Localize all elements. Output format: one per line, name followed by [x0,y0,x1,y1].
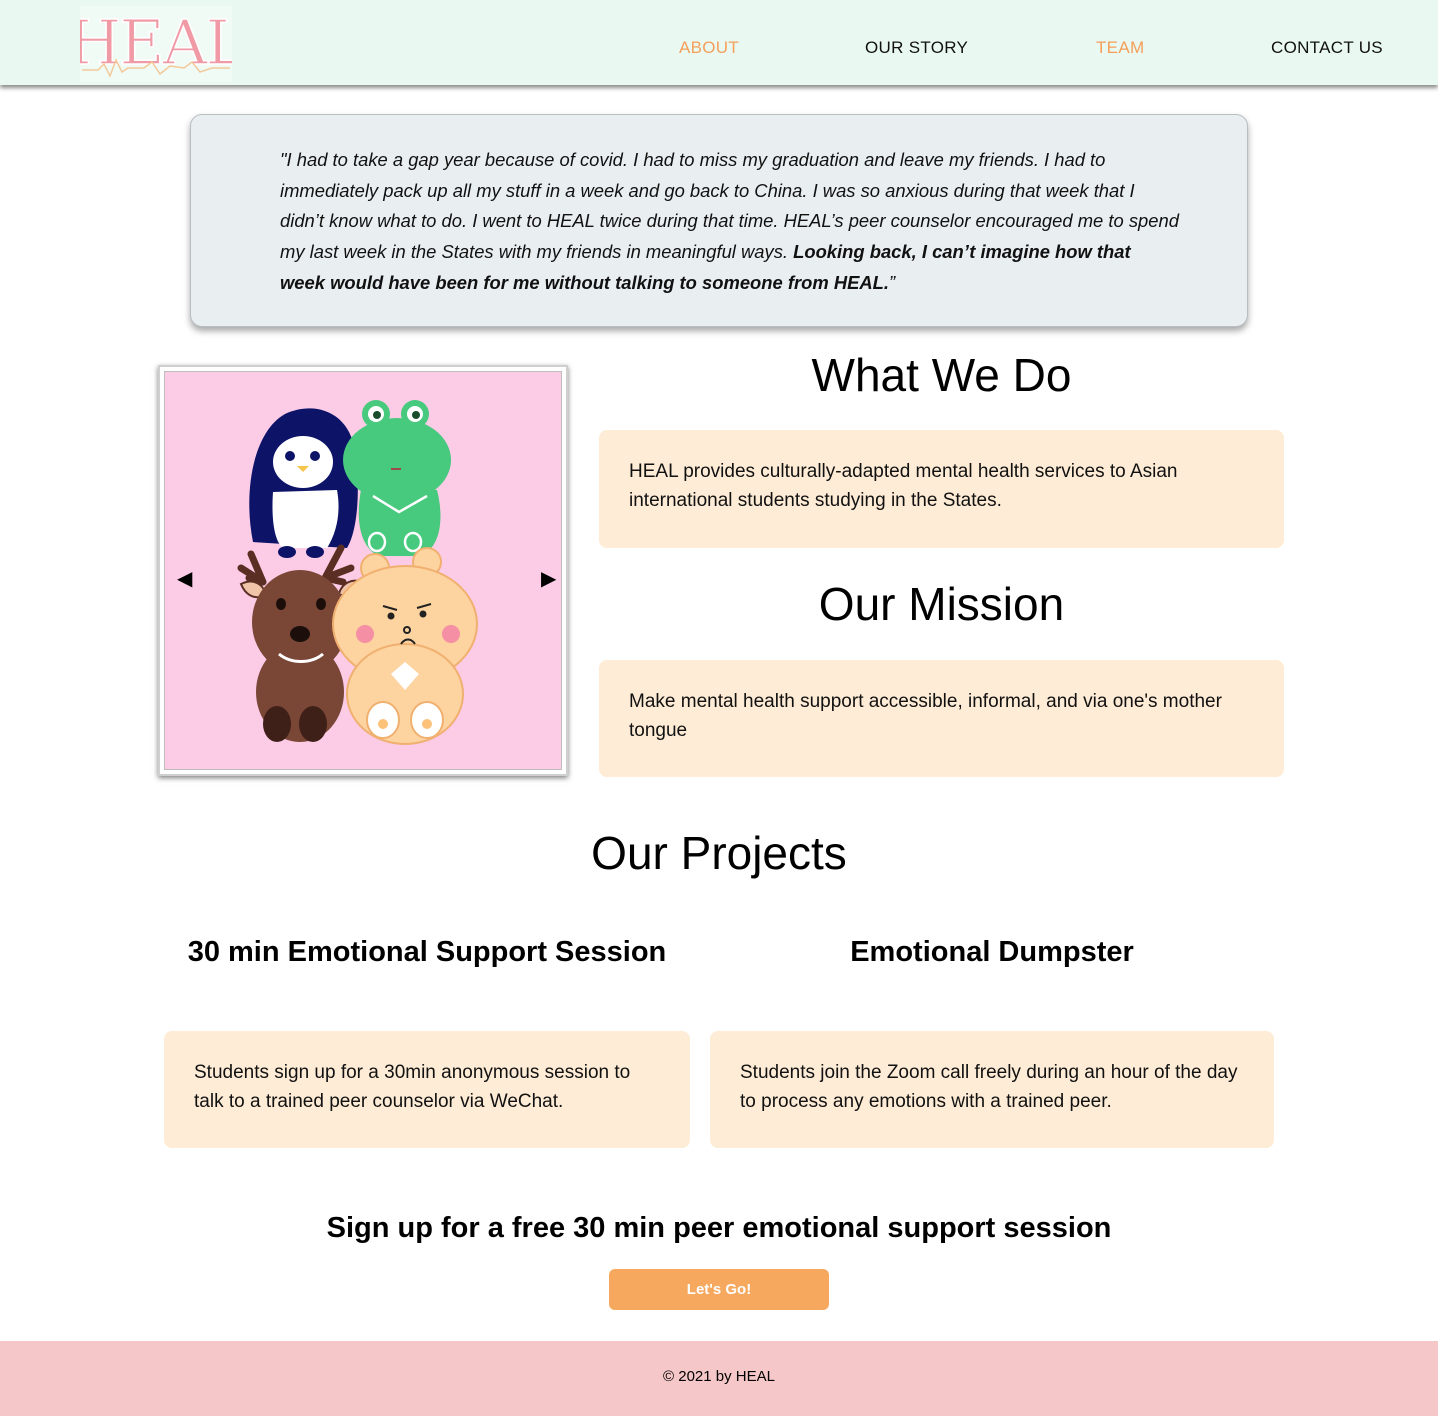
nav-team[interactable]: TEAM [1096,38,1144,58]
nav-about[interactable]: ABOUT [679,38,739,58]
testimonial-card: "I had to take a gap year because of cov… [190,114,1248,327]
project-title-support-session: 30 min Emotional Support Session [187,936,667,968]
what-we-do-box: HEAL provides culturally-adapted mental … [599,430,1284,548]
what-we-do-title: What We Do [811,349,1072,401]
copyright-text: © 2021 by HEAL [663,1368,775,1385]
our-mission-title: Our Mission [818,578,1065,630]
signup-heading: Sign up for a free 30 min peer emotional… [326,1212,1112,1244]
our-mission-box: Make mental health support accessible, i… [599,660,1284,777]
our-mission-text: Make mental health support accessible, i… [629,691,1222,741]
what-we-do-text: HEAL provides culturally-adapted mental … [629,461,1178,511]
site-header: HEAL ABOUT OUR STORY TEAM CONTACT US [0,0,1438,85]
testimonial-text: "I had to take a gap year because of cov… [280,145,1180,299]
penguin-illustration [249,408,358,558]
project-box-emotional-dumpster: Students join the Zoom call freely durin… [710,1031,1274,1148]
frog-illustration [343,400,451,556]
project-text-emotional-dumpster: Students join the Zoom call freely durin… [740,1062,1238,1112]
heal-logo[interactable]: HEAL [67,5,248,82]
bear-illustration [332,547,478,745]
project-title-emotional-dumpster: Emotional Dumpster [850,936,1134,968]
project-text-support-session: Students sign up for a 30min anonymous s… [194,1062,631,1112]
nav-contact-us[interactable]: CONTACT US [1271,38,1383,58]
slideshow-next-icon[interactable]: ▶ [541,569,556,589]
testimonial-end: ” [889,271,896,293]
nav-our-story[interactable]: OUR STORY [865,38,968,58]
our-projects-title: Our Projects [591,827,847,879]
mascot-slideshow: ◀ ▶ [158,365,568,776]
slideshow-prev-icon[interactable]: ◀ [177,569,192,589]
lets-go-button[interactable]: Let's Go! [609,1269,829,1310]
mascot-illustration: ◀ ▶ [164,371,562,770]
site-footer: © 2021 by HEAL [0,1341,1438,1416]
project-box-support-session: Students sign up for a 30min anonymous s… [164,1031,690,1148]
